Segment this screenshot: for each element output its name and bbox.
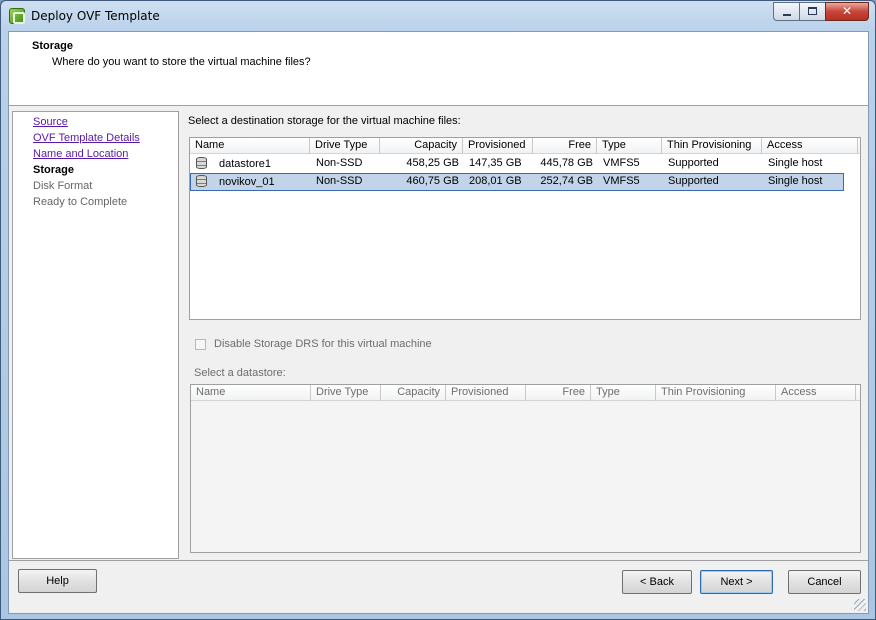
cell-type: VMFS5: [603, 175, 640, 187]
cell-provisioned: 208,01 GB: [469, 175, 522, 187]
column-thin-provisioning[interactable]: Thin Provisioning: [662, 138, 762, 154]
cell-access: Single host: [768, 157, 823, 169]
datastore-name: datastore1: [219, 158, 271, 170]
column-access: Access: [776, 385, 856, 401]
column-provisioned: Provisioned: [446, 385, 526, 401]
column-free: Free: [526, 385, 591, 401]
column-thin-provisioning: Thin Provisioning: [656, 385, 776, 401]
column-capacity[interactable]: Capacity: [380, 138, 463, 154]
step-name-and-location[interactable]: Name and Location: [33, 148, 128, 160]
cell-drive-type: Non-SSD: [316, 157, 363, 169]
column-type: Type: [591, 385, 656, 401]
page-subtitle: Where do you want to store the virtual m…: [52, 56, 311, 68]
page-title: Storage: [32, 40, 73, 52]
column-drive-type[interactable]: Drive Type: [310, 138, 380, 154]
wizard-steps-panel: Source OVF Template Details Name and Loc…: [12, 111, 179, 559]
cell-thin-provisioning: Supported: [668, 175, 719, 187]
maximize-icon: [808, 7, 817, 15]
cell-free: 445,78 GB: [540, 157, 593, 169]
help-button[interactable]: Help: [18, 569, 97, 593]
step-ready-to-complete: Ready to Complete: [33, 196, 128, 208]
title-bar[interactable]: Deploy OVF Template ✕: [1, 1, 875, 31]
close-button[interactable]: ✕: [825, 2, 869, 21]
datastore-icon: [196, 175, 207, 187]
datastore-icon: [196, 157, 207, 169]
column-name[interactable]: Name: [190, 138, 310, 154]
cancel-button[interactable]: Cancel: [788, 570, 861, 594]
step-storage: Storage: [33, 164, 74, 176]
disable-drs-checkbox[interactable]: [195, 338, 206, 350]
cell-free: 252,74 GB: [540, 175, 593, 187]
datastore-table: Name Drive Type Capacity Provisioned Fre…: [190, 384, 861, 553]
storage-table[interactable]: Name Drive Type Capacity Provisioned Fre…: [189, 137, 861, 320]
column-access[interactable]: Access: [762, 138, 858, 154]
column-capacity: Capacity: [381, 385, 446, 401]
column-type[interactable]: Type: [597, 138, 662, 154]
cell-capacity: 460,75 GB: [406, 175, 459, 187]
storage-table-label: Select a destination storage for the vir…: [188, 115, 461, 127]
disable-drs-option: Disable Storage DRS for this virtual mac…: [195, 338, 432, 350]
cell-thin-provisioning: Supported: [668, 157, 719, 169]
wizard-header: Storage Where do you want to store the v…: [9, 32, 868, 106]
window-title: Deploy OVF Template: [31, 9, 160, 23]
minimize-icon: [783, 14, 791, 16]
cell-name: datastore1: [191, 156, 311, 172]
footer-divider: [9, 560, 868, 561]
resize-grip-icon[interactable]: [854, 599, 866, 611]
storage-table-body: datastore1 Non-SSD 458,25 GB 147,35 GB 4…: [190, 155, 844, 191]
datastore-table-header: Name Drive Type Capacity Provisioned Fre…: [191, 385, 860, 401]
cell-name: novikov_01: [191, 174, 311, 190]
table-row-selected[interactable]: novikov_01 Non-SSD 460,75 GB 208,01 GB 2…: [190, 173, 844, 191]
step-source[interactable]: Source: [33, 116, 68, 128]
vsphere-app-icon: [9, 8, 25, 24]
column-drive-type: Drive Type: [311, 385, 381, 401]
cell-type: VMFS5: [603, 157, 640, 169]
column-provisioned[interactable]: Provisioned: [463, 138, 533, 154]
wizard-client-area: Storage Where do you want to store the v…: [8, 31, 869, 614]
cell-capacity: 458,25 GB: [406, 157, 459, 169]
table-row[interactable]: datastore1 Non-SSD 458,25 GB 147,35 GB 4…: [190, 155, 844, 173]
column-name: Name: [191, 385, 311, 401]
cell-drive-type: Non-SSD: [316, 175, 363, 187]
storage-table-header: Name Drive Type Capacity Provisioned Fre…: [190, 138, 860, 154]
window-controls: ✕: [773, 2, 869, 21]
step-ovf-template-details[interactable]: OVF Template Details: [33, 132, 140, 144]
step-disk-format: Disk Format: [33, 180, 93, 192]
close-icon: ✕: [841, 4, 853, 18]
next-button[interactable]: Next >: [700, 570, 773, 594]
minimize-button[interactable]: [773, 2, 799, 21]
deploy-ovf-window: Deploy OVF Template ✕ Storage Where do y…: [0, 0, 876, 620]
maximize-button[interactable]: [799, 2, 825, 21]
select-datastore-label: Select a datastore:: [194, 367, 286, 379]
cell-provisioned: 147,35 GB: [469, 157, 522, 169]
disable-drs-label: Disable Storage DRS for this virtual mac…: [214, 338, 432, 350]
column-free[interactable]: Free: [533, 138, 597, 154]
cell-access: Single host: [768, 175, 823, 187]
back-button[interactable]: < Back: [622, 570, 692, 594]
datastore-name: novikov_01: [219, 176, 275, 188]
